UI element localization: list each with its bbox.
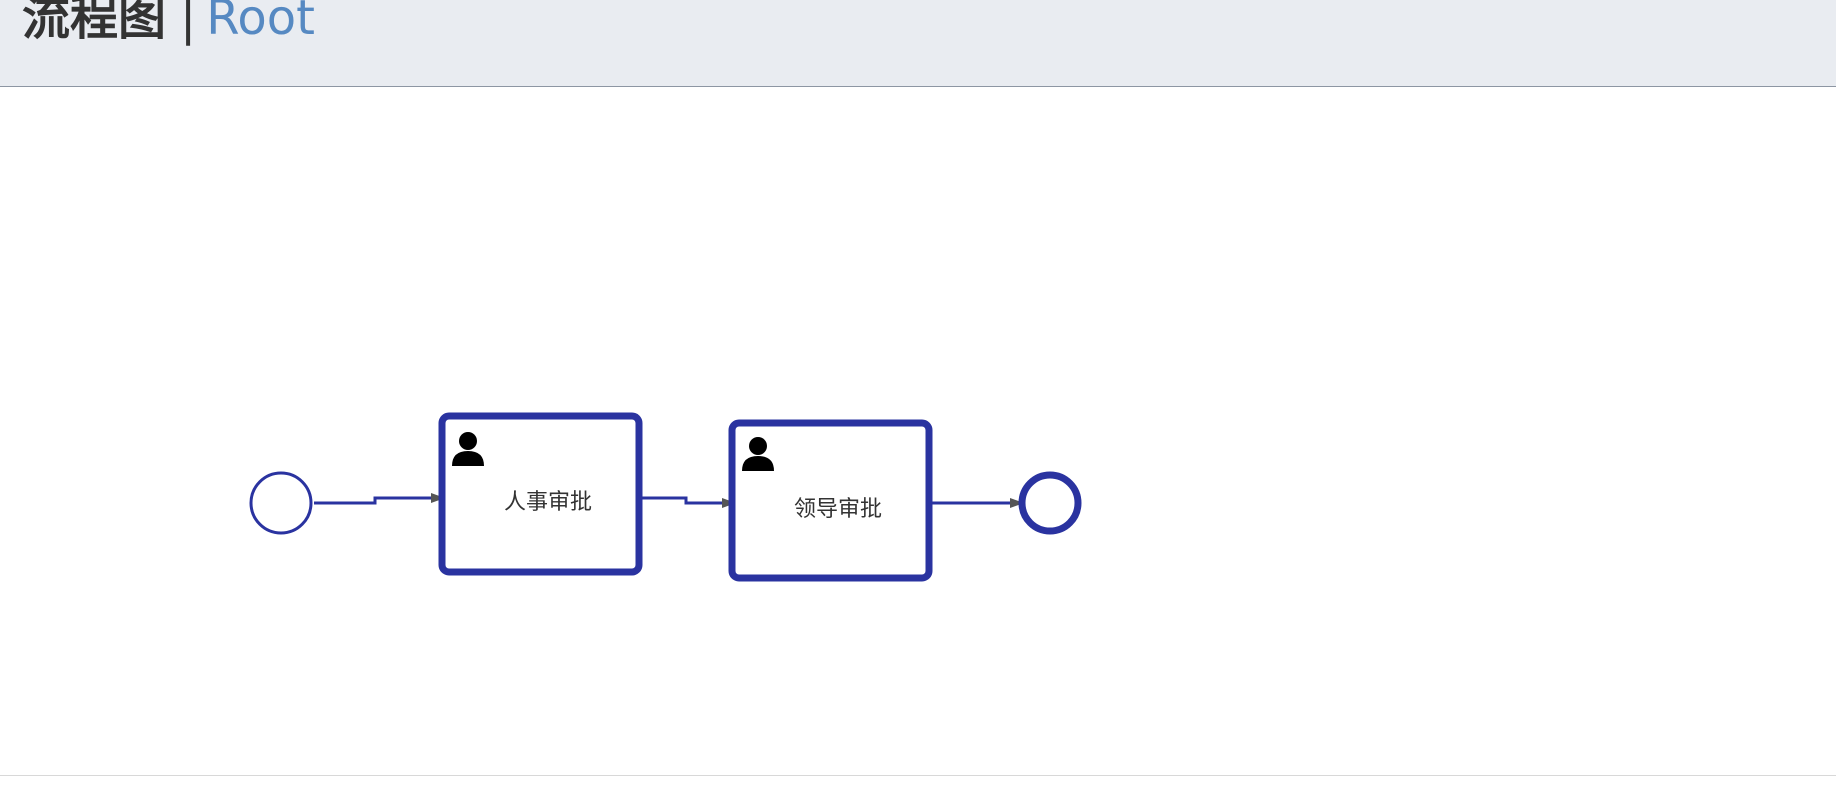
page-title: 流程图 | Root <box>22 0 315 48</box>
page-header: 流程图 | Root <box>0 0 1836 87</box>
flow-diagram: 人事审批 领导审批 <box>249 412 1082 582</box>
sequence-flow[interactable] <box>641 496 736 508</box>
title-main: 流程图 <box>22 0 167 46</box>
diagram-canvas: 人事审批 领导审批 <box>0 88 1836 776</box>
user-task-leader-approval[interactable]: 领导审批 <box>728 419 933 582</box>
end-event[interactable] <box>1018 471 1082 535</box>
bottom-divider <box>0 775 1836 776</box>
start-event[interactable] <box>249 471 313 535</box>
title-subtitle: Root <box>206 0 315 46</box>
title-separator: | <box>180 0 197 46</box>
sequence-flow[interactable] <box>314 493 445 505</box>
task-label: 领导审批 <box>794 497 882 522</box>
user-task-hr-approval[interactable]: 人事审批 <box>438 412 643 576</box>
task-label: 人事审批 <box>504 490 592 515</box>
